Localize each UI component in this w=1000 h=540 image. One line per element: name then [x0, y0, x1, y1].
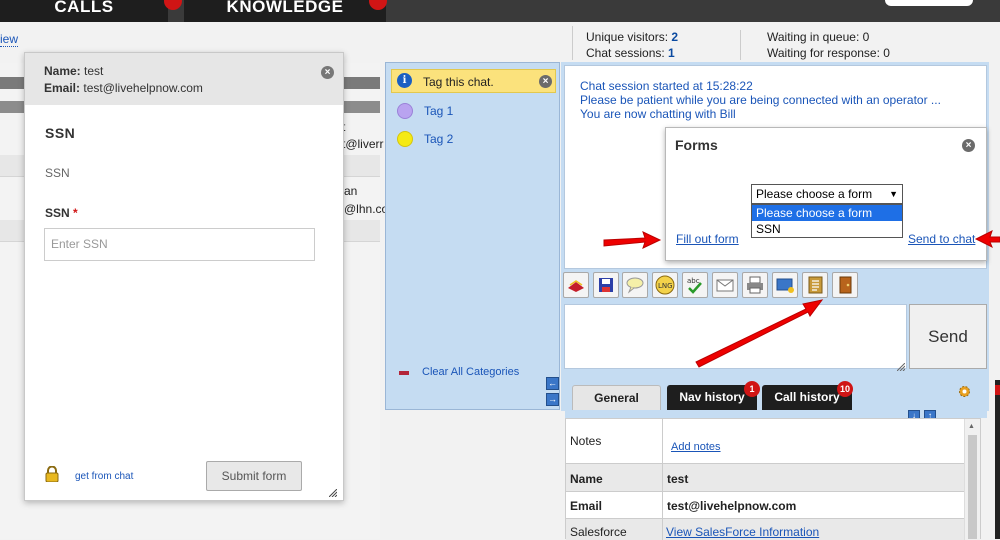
arrow-to-fill-out-form [603, 231, 662, 249]
annotation-arrows [603, 230, 1000, 368]
arrow-to-forms-icon [695, 299, 824, 368]
arrow-to-send-to-chat [974, 230, 1000, 249]
